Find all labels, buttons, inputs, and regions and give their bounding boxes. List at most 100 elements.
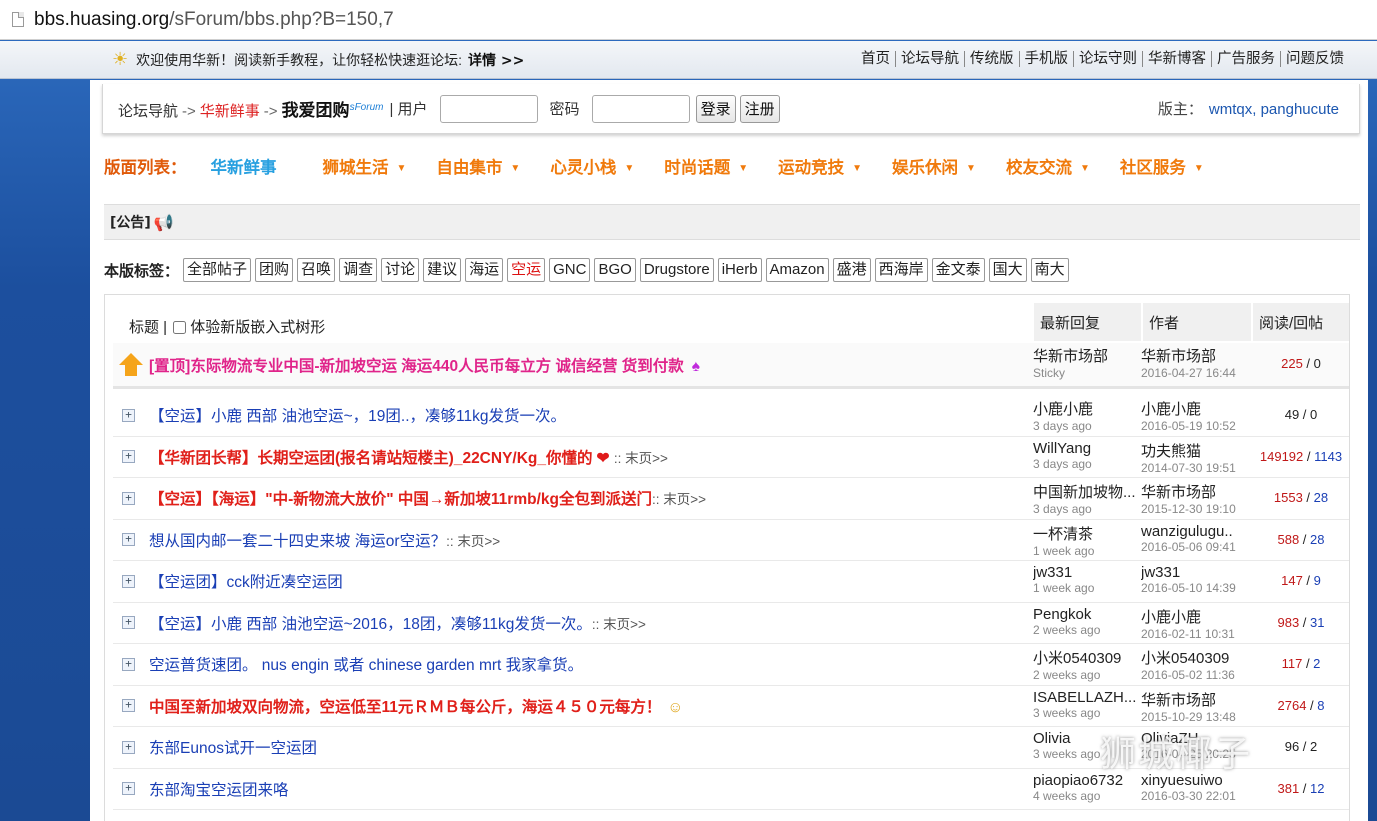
expand-icon[interactable]: + xyxy=(122,533,135,547)
tag-nus[interactable]: 国大 xyxy=(988,258,1027,282)
details-link[interactable]: 详情 >> xyxy=(468,50,524,70)
expand-icon[interactable]: + xyxy=(122,740,135,754)
board-item-entertainment[interactable]: 娱乐休闲 ▼ xyxy=(892,154,976,178)
reply-name[interactable]: jw331 xyxy=(1033,564,1139,581)
board-item-fashion[interactable]: 时尚话题 ▼ xyxy=(664,154,748,178)
expand-icon[interactable]: + xyxy=(122,616,135,630)
reply-name[interactable]: 中国新加坡物... xyxy=(1033,481,1139,502)
tag-group-buy[interactable]: 团购 xyxy=(255,258,294,282)
link-rules[interactable]: 论坛守则 xyxy=(1073,51,1142,67)
expand-icon[interactable]: + xyxy=(122,782,135,796)
author-name[interactable]: 华新市场部 xyxy=(1141,689,1247,710)
tag-suggestion[interactable]: 建议 xyxy=(423,258,462,282)
topic-title[interactable]: 【空运】小鹿 西部 油池空运~，19团..，凑够11kg发货一次。 xyxy=(149,404,1029,426)
table-row[interactable]: + 【空运】小鹿 西部 油池空运~，19团..，凑够11kg发货一次。 小鹿小鹿… xyxy=(113,395,1349,437)
reply-name[interactable]: 一杯清茶 xyxy=(1033,523,1139,544)
tag-air-freight[interactable]: 空运 xyxy=(507,258,546,282)
board-item-shicheng[interactable]: 狮城生活 ▼ xyxy=(323,154,407,178)
reply-name[interactable]: WillYang xyxy=(1033,440,1139,457)
reply-name[interactable]: 小鹿小鹿 xyxy=(1033,398,1139,419)
moderator-names[interactable]: wmtqx, panghucute xyxy=(1209,101,1339,118)
link-home[interactable]: 首页 xyxy=(856,51,895,67)
announcement-bar[interactable]: [公告] 📢 xyxy=(104,204,1360,240)
table-row[interactable]: + 【空运】【海运】"中-新物流大放价" 中国→新加坡11rmb/kg全包到派送… xyxy=(113,478,1349,520)
link-mobile[interactable]: 手机版 xyxy=(1018,51,1074,67)
topic-title[interactable]: 【空运】【海运】"中-新物流大放价" 中国→新加坡11rmb/kg全包到派送门:… xyxy=(149,487,1029,509)
reply-name[interactable]: Pengkok xyxy=(1033,606,1139,623)
board-item-community[interactable]: 社区服务 ▼ xyxy=(1120,154,1204,178)
register-button[interactable]: 注册 xyxy=(739,94,780,123)
tag-gnc[interactable]: GNC xyxy=(549,258,591,282)
password-input[interactable] xyxy=(591,94,690,123)
author-name[interactable]: 小鹿小鹿 xyxy=(1141,606,1247,627)
tree-view-checkbox[interactable] xyxy=(173,321,187,335)
crumb-board[interactable]: 华新鲜事 xyxy=(200,103,260,120)
expand-icon[interactable]: + xyxy=(122,657,135,671)
table-row[interactable]: + 中国至新加坡双向物流，空运低至11元ＲＭＢ每公斤，海运４５０元每方！ ☺ IS… xyxy=(113,686,1349,727)
tag-sea-freight[interactable]: 海运 xyxy=(465,258,504,282)
reply-name[interactable]: ISABELLAZH... xyxy=(1033,689,1139,706)
author-name[interactable]: 小鹿小鹿 xyxy=(1141,398,1247,419)
topic-title[interactable]: 【空运】小鹿 西部 油池空运~2016，18团，凑够11kg发货一次。:: 末页… xyxy=(149,612,1029,634)
tag-bgo[interactable]: BGO xyxy=(594,258,636,282)
expand-icon[interactable]: + xyxy=(122,491,135,505)
last-page-link[interactable]: :: 末页>> xyxy=(446,534,500,549)
reply-name[interactable]: 小米0540309 xyxy=(1033,647,1139,668)
table-row[interactable]: + 【空运】小鹿 西部 油池空运~2016，18团，凑够11kg发货一次。:: … xyxy=(113,603,1349,644)
table-row[interactable]: + 【华新团长帮】长期空运团(报名请站短楼主)_22CNY/Kg_你懂的 ❤ ::… xyxy=(113,437,1349,478)
board-item-heart[interactable]: 心灵小栈 ▼ xyxy=(550,154,634,178)
topic-title[interactable]: 【空运团】cck附近凑空运团 xyxy=(149,570,1029,592)
tag-clementi[interactable]: 金文泰 xyxy=(931,258,985,282)
expand-icon[interactable]: + xyxy=(122,408,135,422)
board-item-huaxin[interactable]: 华新鲜事 xyxy=(211,154,277,178)
last-page-link[interactable]: :: 末页>> xyxy=(614,451,668,466)
tag-iherb[interactable]: iHerb xyxy=(717,258,762,282)
reply-name[interactable]: 华新市场部 xyxy=(1033,345,1139,366)
topic-title[interactable]: 空运普货速团。 nus engin 或者 chinese garden mrt … xyxy=(149,653,1029,675)
link-feedback[interactable]: 问题反馈 xyxy=(1280,51,1349,67)
crumb-root[interactable]: 论坛导航 xyxy=(118,103,178,120)
tag-west-coast[interactable]: 西海岸 xyxy=(874,258,928,282)
moderators: 版主： wmtqx, panghucute xyxy=(1158,98,1339,119)
tag-summon[interactable]: 召唤 xyxy=(297,258,336,282)
expand-icon[interactable]: + xyxy=(122,574,135,588)
author-name[interactable]: 华新市场部 xyxy=(1141,481,1247,502)
author-name[interactable]: 功夫熊猫 xyxy=(1141,440,1247,461)
tag-drugstore[interactable]: Drugstore xyxy=(639,258,714,282)
table-row[interactable]: + 【空运团】cck附近凑空运团 jw331 1 week ago jw331 20… xyxy=(113,561,1349,603)
expand-icon[interactable]: + xyxy=(122,450,135,464)
link-forum-nav[interactable]: 论坛导航 xyxy=(895,51,964,67)
tag-survey[interactable]: 调查 xyxy=(339,258,378,282)
author-name[interactable]: wanzigulugu.. xyxy=(1141,523,1247,540)
board-item-sports[interactable]: 运动竞技 ▼ xyxy=(778,154,862,178)
login-button[interactable]: 登录 xyxy=(695,94,736,123)
username-input[interactable] xyxy=(439,94,538,123)
address-bar[interactable]: bbs.huasing.org/sForum/bbs.php?B=150,7 xyxy=(0,0,1377,40)
last-page-link[interactable]: :: 末页>> xyxy=(652,492,706,507)
sticky-row[interactable]: [置顶]东际物流专业中国-新加坡空运 海运440人民币每立方 诚信经营 货到付款… xyxy=(113,343,1349,389)
board-item-market[interactable]: 自由集市 ▼ xyxy=(436,154,520,178)
tag-discussion[interactable]: 讨论 xyxy=(381,258,420,282)
url-text[interactable]: bbs.huasing.org/sForum/bbs.php?B=150,7 xyxy=(34,9,394,31)
sticky-title[interactable]: [置顶]东际物流专业中国-新加坡空运 海运440人民币每立方 诚信经营 货到付款… xyxy=(149,354,1029,376)
link-classic[interactable]: 传统版 xyxy=(964,51,1019,67)
last-page-link[interactable]: :: 末页>> xyxy=(592,617,646,632)
topic-title[interactable]: 中国至新加坡双向物流，空运低至11元ＲＭＢ每公斤，海运４５０元每方！ ☺ xyxy=(149,695,1029,717)
tag-ntu[interactable]: 南大 xyxy=(1030,258,1069,282)
topic-title[interactable]: 【华新团长帮】长期空运团(报名请站短楼主)_22CNY/Kg_你懂的 ❤ :: 末… xyxy=(149,446,1029,468)
tag-all[interactable]: 全部帖子 xyxy=(183,258,252,282)
expand-icon[interactable]: + xyxy=(122,699,135,713)
topic-title[interactable]: 想从国内邮一套二十四史来坡 海运or空运？:: 末页>> xyxy=(149,529,1029,551)
author-name[interactable]: jw331 xyxy=(1141,564,1247,581)
link-ads[interactable]: 广告服务 xyxy=(1211,51,1280,67)
topic-title[interactable]: 东部淘宝空运团来咯 xyxy=(149,778,1029,800)
author-name[interactable]: 华新市场部 xyxy=(1141,345,1247,366)
tag-amazon[interactable]: Amazon xyxy=(765,258,829,282)
board-item-alumni[interactable]: 校友交流 ▼ xyxy=(1006,154,1090,178)
topic-title[interactable]: 东部Eunos试开一空运团 xyxy=(149,736,1029,758)
table-row[interactable]: + 空运普货速团。 nus engin 或者 chinese garden mr… xyxy=(113,644,1349,686)
table-row[interactable]: + 想从国内邮一套二十四史来坡 海运or空运？:: 末页>> 一杯清茶 1 wee… xyxy=(113,520,1349,561)
author-name[interactable]: 小米0540309 xyxy=(1141,647,1247,668)
tag-sengkang[interactable]: 盛港 xyxy=(832,258,871,282)
link-blog[interactable]: 华新博客 xyxy=(1142,51,1211,67)
